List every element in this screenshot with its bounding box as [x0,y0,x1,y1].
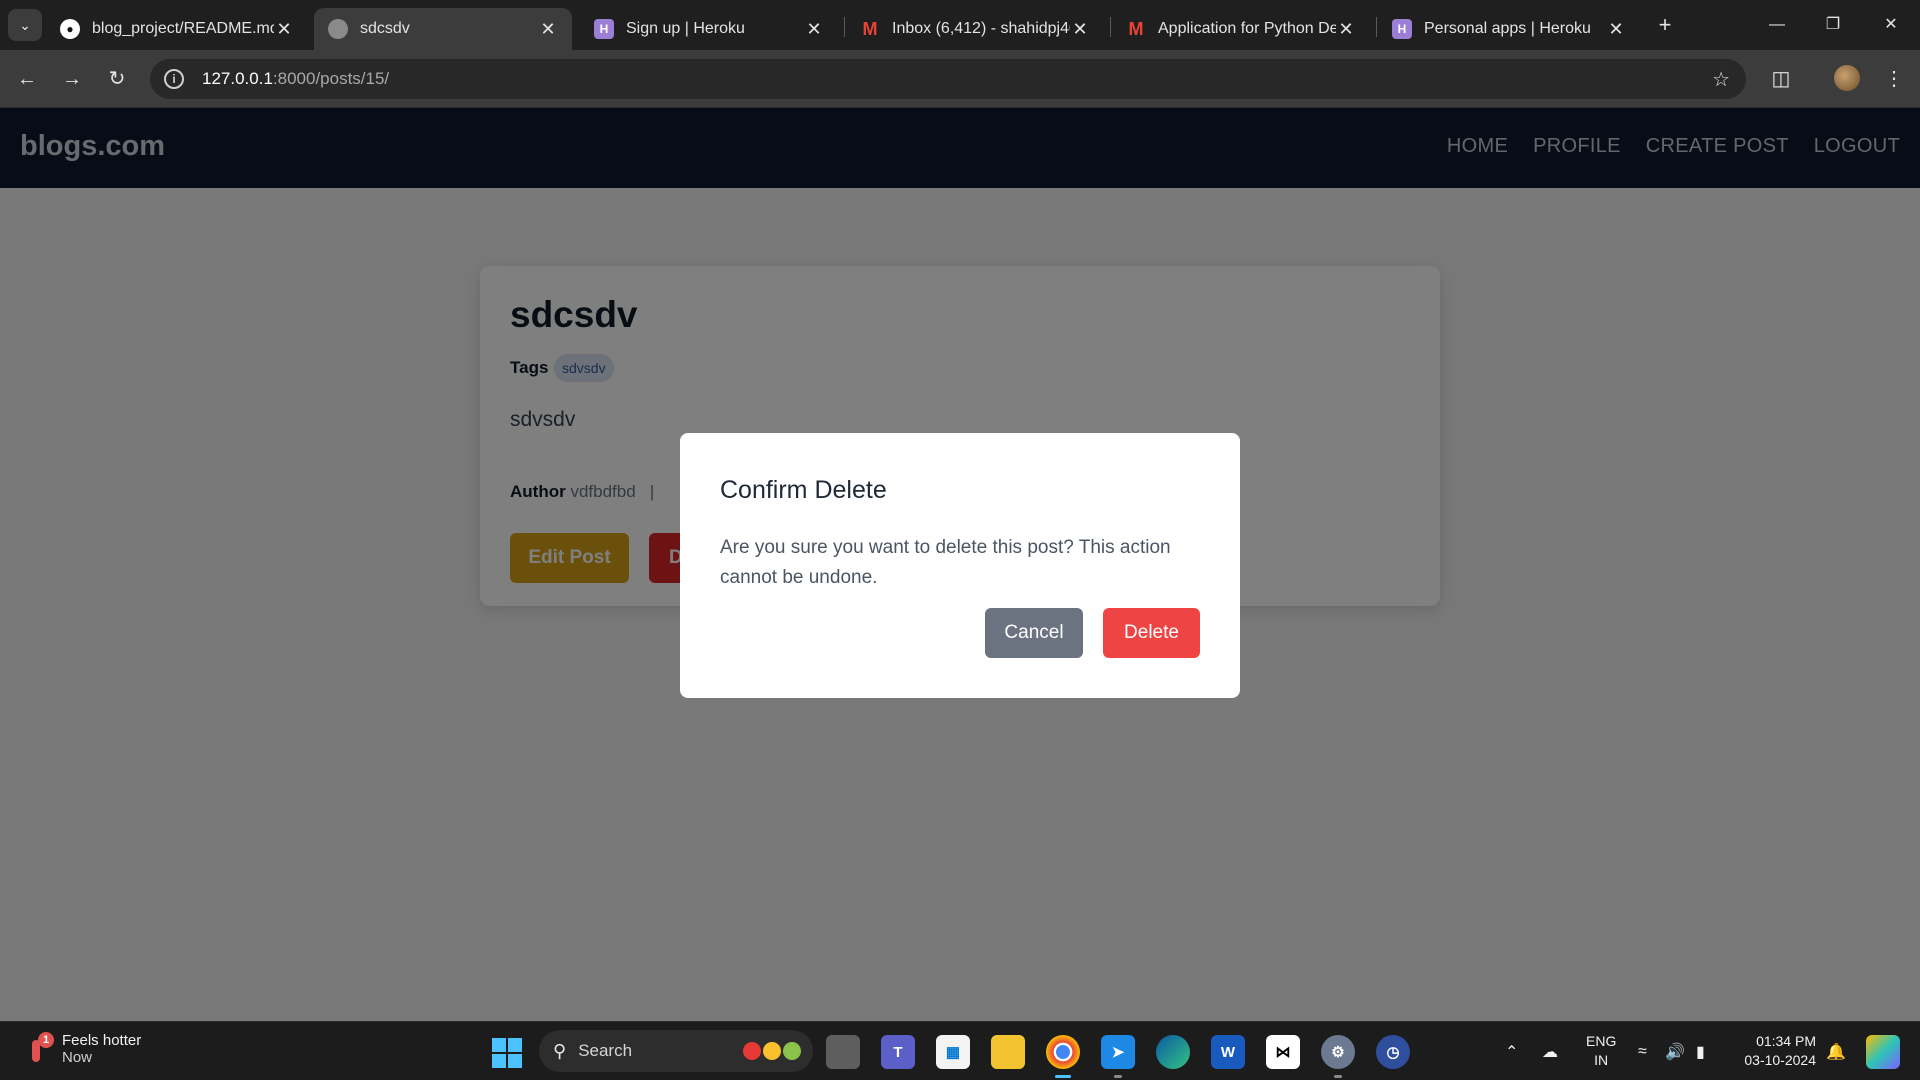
search-label: Search [578,1041,633,1060]
minimize-icon: — [1769,16,1785,33]
tab-title: sdcsdv [360,20,410,37]
tab-title: Inbox (6,412) - shahidpj40( [892,20,1070,37]
notification-bell-icon[interactable]: 🔔 [1826,1022,1846,1080]
tab-gmail-application[interactable]: M Application for Python Dev ✕ [1112,8,1370,50]
tab-separator [1376,17,1377,37]
store-icon[interactable]: ▦ [936,1035,970,1069]
puzzle-icon: ◫ [1771,68,1791,90]
chevron-up-icon: ⌃ [1505,1043,1519,1061]
settings-icon[interactable]: ⚙ [1321,1035,1355,1078]
dialog-title: Confirm Delete [720,476,887,504]
tab-sdcsdv[interactable]: sdcsdv ✕ [314,8,572,50]
tab-search-button[interactable]: ⌄ [8,9,42,41]
tab-heroku-apps[interactable]: H Personal apps | Heroku ✕ [1378,8,1640,50]
clock-date: 03-10-2024 [1744,1052,1816,1068]
language-indicator[interactable]: ENG IN [1586,1032,1616,1070]
web-page: blogs.com HOME PROFILE CREATE POST LOGOU… [0,108,1920,1021]
chrome-icon[interactable] [1046,1035,1080,1078]
close-icon[interactable]: ✕ [1336,19,1356,40]
tab-title: blog_project/README.md [92,20,274,37]
tab-separator [1110,17,1111,37]
teams-icon[interactable]: T [881,1035,915,1069]
close-window-button[interactable]: ✕ [1876,12,1906,38]
restore-button[interactable]: ❐ [1818,12,1848,38]
windows-start-icon[interactable] [492,1038,522,1068]
more-vertical-icon: ⋮ [1884,68,1904,90]
browser-tab-strip: ⌄ ● blog_project/README.md ✕ sdcsdv ✕ H … [0,0,1920,50]
edge-icon[interactable] [1156,1035,1190,1069]
close-icon[interactable]: ✕ [804,19,824,40]
close-icon[interactable]: ✕ [1606,19,1626,40]
tab-heroku-signup[interactable]: H Sign up | Heroku ✕ [580,8,838,50]
file-explorer-icon[interactable] [991,1035,1025,1069]
browser-toolbar: ← → ↻ i 127.0.0.1:8000/posts/15/ ☆ ◫ ⋮ [0,50,1920,108]
weather-title: Feels hotter [62,1032,142,1049]
close-icon[interactable]: ✕ [538,19,558,40]
onedrive-icon[interactable]: ☁ [1542,1022,1558,1080]
gmail-icon: M [862,18,878,39]
close-icon: ✕ [1884,16,1898,33]
language-code: ENG [1586,1033,1617,1049]
url-path: :8000/posts/15/ [272,69,390,88]
url-host: 127.0.0.1 [202,69,273,88]
show-hidden-icons-button[interactable]: ⌃ [1505,1022,1518,1080]
task-view-icon[interactable] [826,1035,860,1069]
system-clock[interactable]: 01:34 PM 03-10-2024 [1738,1032,1816,1070]
vscode-icon[interactable]: ➤ [1101,1035,1135,1078]
back-button[interactable]: ← [12,64,42,94]
address-bar[interactable]: i 127.0.0.1:8000/posts/15/ ☆ [150,59,1746,99]
tab-title: Personal apps | Heroku [1424,20,1591,37]
minimize-button[interactable]: — [1762,12,1792,38]
tab-github-readme[interactable]: ● blog_project/README.md ✕ [46,8,308,50]
chevron-down-icon: ⌄ [19,16,31,33]
confirm-delete-dialog: Confirm Delete Are you sure you want to … [680,433,1240,698]
arrow-left-icon: ← [17,68,37,90]
reload-button[interactable]: ↻ [102,64,132,94]
profile-avatar[interactable] [1834,65,1860,91]
search-highlight-icon [743,1042,801,1060]
clock-time: 01:34 PM [1756,1033,1816,1049]
dialog-message: Are you sure you want to delete this pos… [720,537,1171,588]
taskbar-search[interactable]: ⚲ Search [539,1030,813,1072]
tab-title: Sign up | Heroku [626,20,745,37]
forward-button[interactable]: → [57,64,87,94]
plus-icon: + [1658,12,1672,37]
bookmark-star-icon[interactable]: ☆ [1712,67,1730,92]
capcut-icon[interactable]: ⋈ [1266,1035,1300,1069]
reload-icon: ↻ [108,68,126,90]
clock-app-icon[interactable]: ◷ [1376,1035,1410,1069]
search-icon: ⚲ [553,1040,567,1061]
tab-gmail-inbox[interactable]: M Inbox (6,412) - shahidpj40( ✕ [846,8,1104,50]
word-icon[interactable]: W [1211,1035,1245,1069]
weather-subtitle: Now [62,1049,93,1066]
heroku-icon: H [594,19,614,39]
battery-icon[interactable]: ▮ [1696,1022,1705,1080]
volume-icon[interactable]: 🔊 [1665,1022,1685,1080]
arrow-right-icon: → [62,68,82,90]
gmail-icon: M [1128,18,1144,39]
windows-taskbar: 1 Feels hotter Now ⚲ Search T ▦ ➤ W ⋈ ⚙ … [0,1021,1920,1080]
thermometer-icon: 1 [24,1032,54,1066]
region-code: IN [1594,1052,1609,1068]
chrome-menu-button[interactable]: ⋮ [1879,64,1909,94]
site-info-icon[interactable]: i [164,69,184,89]
tab-title: Application for Python Dev [1158,20,1336,37]
copilot-icon[interactable] [1866,1035,1900,1069]
close-icon[interactable]: ✕ [1070,19,1090,40]
extensions-button[interactable]: ◫ [1766,64,1796,94]
weather-widget[interactable]: 1 Feels hotter Now [24,1032,141,1066]
globe-icon [328,19,348,39]
confirm-delete-button[interactable]: Delete [1103,608,1200,658]
github-icon: ● [60,19,80,39]
cancel-button[interactable]: Cancel [985,608,1083,658]
weather-badge: 1 [38,1032,54,1048]
new-tab-button[interactable]: + [1652,12,1678,38]
tab-separator [844,17,845,37]
close-icon[interactable]: ✕ [274,19,294,40]
heroku-icon: H [1392,19,1412,39]
wifi-icon[interactable]: ≈ [1638,1022,1647,1080]
restore-icon: ❐ [1825,16,1841,33]
